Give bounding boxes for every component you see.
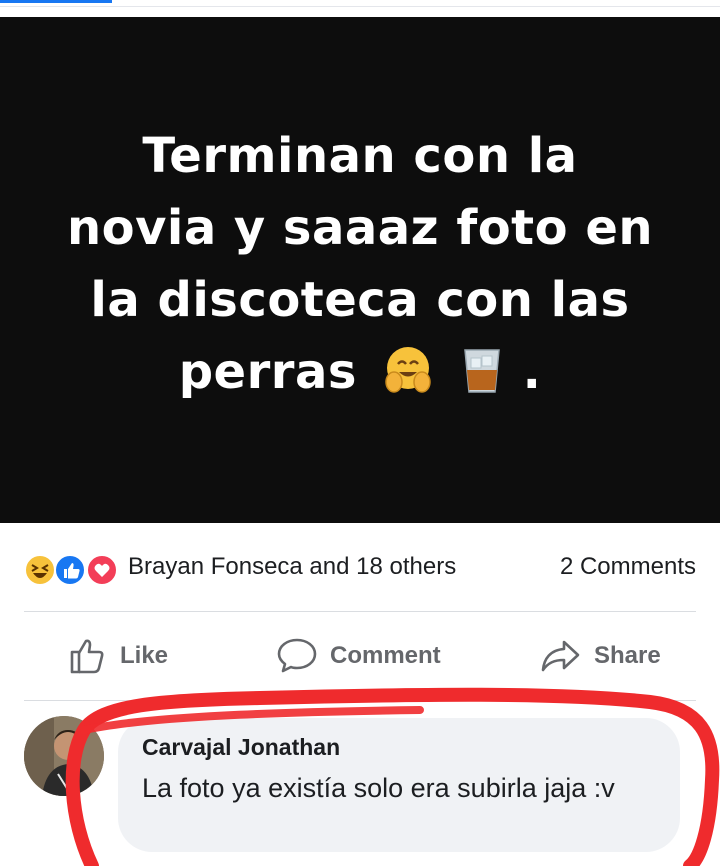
post-text-line: novia y saaaz foto en xyxy=(66,200,654,256)
hugging-face-icon xyxy=(382,344,434,416)
comment-bubble[interactable]: Carvajal Jonathan La foto ya existía sol… xyxy=(118,718,680,852)
post-text-period: . xyxy=(522,344,542,400)
share-button[interactable]: Share xyxy=(540,636,661,676)
whisky-glass-icon xyxy=(459,344,505,416)
avatar[interactable] xyxy=(24,716,104,796)
haha-icon xyxy=(24,554,56,586)
post-image-text: Terminan con la novia y saaaz foto en la… xyxy=(50,120,670,416)
active-tab-indicator xyxy=(0,0,112,3)
top-bar xyxy=(0,0,720,16)
post-image[interactable]: Terminan con la novia y saaaz foto en la… xyxy=(0,17,720,523)
top-divider xyxy=(0,6,720,7)
post-text-line-last: perras . xyxy=(50,336,670,416)
comment-text: La foto ya existía solo era subirla jaja… xyxy=(142,773,615,803)
comment-button[interactable]: Comment xyxy=(276,636,441,676)
comment-row: Carvajal Jonathan La foto ya existía sol… xyxy=(0,700,720,866)
like-button[interactable]: Like xyxy=(68,636,168,676)
share-label: Share xyxy=(594,642,661,669)
comment-author[interactable]: Carvajal Jonathan xyxy=(142,734,340,761)
post-text-line: Terminan con la xyxy=(142,128,578,184)
reactors-summary[interactable]: Brayan Fonseca and 18 others xyxy=(128,553,456,581)
post-text-line: la discoteca con las xyxy=(90,272,630,328)
like-icon xyxy=(54,554,86,586)
reaction-icons[interactable] xyxy=(24,554,124,586)
reactions-row[interactable]: Brayan Fonseca and 18 others 2 Comments xyxy=(0,543,720,593)
comments-count[interactable]: 2 Comments xyxy=(560,553,696,581)
like-label: Like xyxy=(120,642,169,669)
post-actions: Like Comment Share xyxy=(0,612,720,700)
like-outline-icon xyxy=(70,639,104,674)
post-text-line: perras xyxy=(178,344,357,400)
love-icon xyxy=(86,554,118,586)
comment-icon xyxy=(277,638,317,673)
comment-label: Comment xyxy=(330,642,441,669)
share-icon xyxy=(541,640,580,672)
